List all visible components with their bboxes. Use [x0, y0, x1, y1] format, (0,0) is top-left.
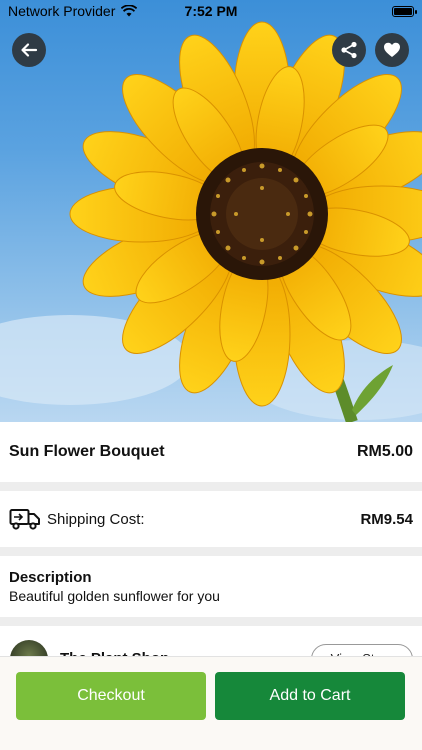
share-icon — [341, 41, 357, 59]
clock: 7:52 PM — [184, 3, 238, 19]
shipping-row: Shipping Cost: RM9.54 — [0, 491, 422, 547]
description-heading: Description — [9, 569, 92, 586]
description-section: Description Beautiful golden sunflower f… — [0, 556, 422, 617]
truck-icon — [9, 509, 40, 530]
status-bar: Network Provider 7:52 PM — [0, 0, 422, 22]
product-price: RM5.00 — [356, 443, 413, 460]
action-bar: Checkout Add to Cart — [0, 656, 422, 750]
battery-icon — [392, 5, 417, 17]
favorite-button[interactable] — [375, 33, 409, 67]
product-name: Sun Flower Bouquet — [9, 443, 165, 460]
shipping-label: Shipping Cost: — [47, 510, 145, 528]
arrow-left-icon — [21, 43, 38, 57]
share-button[interactable] — [332, 33, 366, 67]
shipping-value: RM9.54 — [360, 510, 413, 528]
add-to-cart-button[interactable]: Add to Cart — [215, 672, 405, 720]
description-text: Beautiful golden sunflower for you — [9, 588, 220, 604]
heart-icon — [384, 42, 400, 57]
back-button[interactable] — [12, 33, 46, 67]
product-summary: Sun Flower Bouquet RM5.00 — [0, 422, 422, 482]
checkout-button[interactable]: Checkout — [16, 672, 206, 720]
